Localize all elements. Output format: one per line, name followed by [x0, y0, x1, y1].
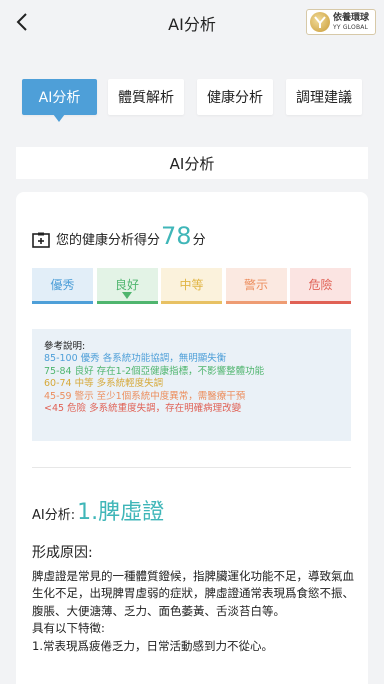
chevron-left-icon — [16, 13, 27, 31]
reference-line: 45-59 警示 至少1個系統中度異常，需醫療干預 — [44, 390, 246, 402]
page-title: AI分析 — [168, 15, 216, 34]
level-label: 優秀 — [50, 278, 75, 292]
cause-paragraph: 脾虛證是常見的一種體質鐙候，指脾臟運化功能不足，導致氣血生化不足，出現脾胃虛弱的… — [32, 569, 354, 618]
features-title: 具有以下特徵: — [32, 621, 105, 636]
logo-name-en: YY GLOBAL — [333, 23, 369, 31]
cause-title: 形成原因: — [32, 545, 93, 561]
reference-notes: 參考說明: 85-100 優秀 各系統功能協調，無明顯失衡 75-84 良好 存… — [32, 329, 351, 441]
app-header: AI分析 依養環球 YY GLOBAL — [0, 0, 384, 46]
back-button[interactable] — [8, 8, 36, 36]
analysis-card: 您的健康分析得分 78 分 優秀 良好 中等 警示 危險 參考說明: 85-10… — [16, 192, 368, 684]
level-label: 中等 — [179, 278, 204, 292]
level-label: 警示 — [243, 278, 268, 292]
feature-item: 1.常表現爲疲倦乏力，日常活動感到力不從心。 — [32, 638, 273, 653]
reference-line: 60-74 中等 多系統輕度失調 — [44, 378, 164, 390]
ai-result-value: 1.脾虛證 — [77, 500, 165, 525]
ai-result: AI分析: 1.脾虛證 — [32, 494, 164, 526]
divider — [32, 467, 351, 468]
ai-result-label: AI分析: — [32, 508, 76, 523]
level-medium: 中等 — [161, 268, 222, 304]
tab-health-analysis[interactable]: 健康分析 — [197, 79, 273, 115]
selected-level-marker — [122, 292, 132, 299]
level-label: 危險 — [308, 278, 333, 292]
section-title: AI分析 — [16, 147, 368, 179]
level-label: 良好 — [114, 278, 139, 292]
level-danger: 危險 — [290, 268, 351, 304]
reference-line: 85-100 優秀 各系統功能協調，無明顯失衡 — [44, 353, 227, 365]
reference-title: 參考說明: — [44, 341, 86, 352]
cause-text: 脾虛證是常見的一種體質鐙候，指脾臟運化功能不足，導致氣血生化不足，出現脾胃虛弱的… — [32, 568, 354, 655]
active-tab-pointer — [53, 114, 65, 122]
logo-emblem-icon — [310, 12, 330, 32]
clipboard-plus-icon — [32, 232, 50, 248]
logo-name-cn: 依養環球 — [333, 12, 370, 23]
reference-line: 75-84 良好 存在1-2個亞健康指標，不影響整體功能 — [44, 365, 265, 377]
reference-line: <45 危險 多系統重度失調，存在明確病理改變 — [44, 403, 242, 415]
tab-ai-analysis[interactable]: AI分析 — [22, 79, 97, 115]
level-excellent: 優秀 — [32, 268, 93, 304]
tab-bar: AI分析 體質解析 健康分析 調理建議 — [0, 79, 384, 129]
score-unit: 分 — [192, 233, 206, 248]
score-label: 您的健康分析得分 — [56, 233, 161, 248]
tab-constitution[interactable]: 體質解析 — [108, 79, 184, 115]
level-good: 良好 — [96, 268, 158, 304]
tab-recommendations[interactable]: 調理建議 — [286, 79, 362, 115]
score-row: 您的健康分析得分 78 分 — [32, 218, 206, 248]
score-level-scale: 優秀 良好 中等 警示 危險 — [32, 268, 351, 304]
score-value: 78 — [161, 222, 192, 250]
brand-logo: 依養環球 YY GLOBAL — [306, 9, 376, 35]
level-warning: 警示 — [225, 268, 287, 304]
